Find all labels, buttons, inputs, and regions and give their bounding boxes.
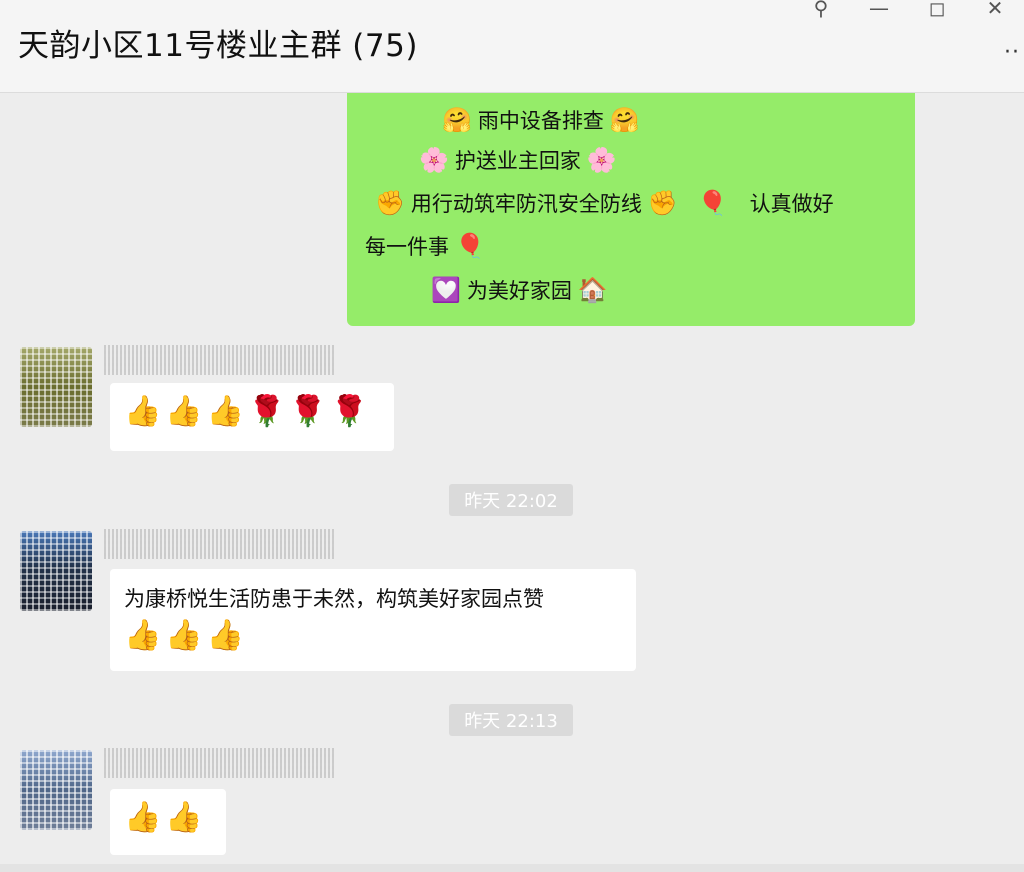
sender-name-redacted [104, 345, 334, 375]
message-text: 👍👍 [124, 800, 207, 835]
pin-icon[interactable]: ⚲ [792, 0, 850, 22]
heart-emoji-icon: 💟 [431, 276, 461, 304]
message-text: 每一件事 [365, 235, 449, 259]
avatar[interactable] [20, 750, 92, 830]
timestamp: 昨天 22:02 [449, 484, 573, 516]
fist-emoji-icon: ✊ [375, 189, 405, 217]
received-message-bubble[interactable]: 👍👍👍🌹🌹🌹 [110, 383, 394, 451]
more-options-icon[interactable]: ·· [1004, 40, 1020, 65]
message-line-3: ✊ 用行动筑牢防汛安全防线 ✊ 🎈 认真做好 [375, 188, 834, 218]
fist-emoji-icon: ✊ [647, 189, 678, 217]
title-bar: 天韵小区11号楼业主群 (75) ⚲ — ◻ ✕ ·· [0, 0, 1024, 93]
message-text: 用行动筑牢防汛安全防线 [410, 192, 642, 216]
message-line-1: 🤗 雨中设备排查 🤗 [442, 105, 640, 135]
hug-emoji-icon: 🤗 [442, 106, 472, 134]
sender-name-redacted [104, 529, 334, 559]
flower-emoji-icon: 🌸 [419, 146, 449, 174]
flower-emoji-icon: 🌸 [586, 146, 617, 174]
balloon-emoji-icon: 🎈 [697, 189, 728, 217]
message-text: 护送业主回家 [454, 149, 581, 173]
message-text: 认真做好 [749, 192, 834, 216]
hug-emoji-icon: 🤗 [609, 106, 640, 134]
message-text: 👍👍👍🌹🌹🌹 [124, 394, 373, 429]
sent-message-bubble[interactable]: 🤗 雨中设备排查 🤗 🌸 护送业主回家 🌸 ✊ 用行动筑牢防汛安全防线 ✊ 🎈 … [347, 93, 915, 326]
maximize-icon[interactable]: ◻ [908, 0, 966, 22]
message-text: 为康桥悦生活防患于未然，构筑美好家园点赞 [124, 587, 544, 611]
received-message-bubble[interactable]: 👍👍 [110, 789, 226, 855]
message-line-2: 🌸 护送业主回家 🌸 [419, 145, 617, 175]
message-text: 雨中设备排查 [477, 109, 604, 133]
divider [0, 864, 1024, 872]
timestamp: 昨天 22:13 [449, 704, 573, 736]
chat-area[interactable]: 🤗 雨中设备排查 🤗 🌸 护送业主回家 🌸 ✊ 用行动筑牢防汛安全防线 ✊ 🎈 … [0, 93, 1024, 872]
message-line-5: 💟 为美好家园 🏠 [431, 275, 608, 305]
avatar[interactable] [20, 347, 92, 427]
message-text: 为美好家园 [466, 279, 572, 303]
chat-window: 天韵小区11号楼业主群 (75) ⚲ — ◻ ✕ ·· 🤗 雨中设备排查 🤗 🌸… [0, 0, 1024, 872]
thumbs-up-emoji-icon: 👍👍👍 [124, 618, 249, 653]
house-emoji-icon: 🏠 [577, 276, 608, 304]
received-message-bubble[interactable]: 为康桥悦生活防患于未然，构筑美好家园点赞 👍👍👍 [110, 569, 636, 671]
chat-title: 天韵小区11号楼业主群 (75) [18, 28, 418, 64]
avatar[interactable] [20, 531, 92, 611]
balloon-emoji-icon: 🎈 [455, 232, 485, 260]
close-icon[interactable]: ✕ [966, 0, 1024, 22]
minimize-icon[interactable]: — [850, 0, 908, 22]
sender-name-redacted [104, 748, 334, 778]
window-controls: ⚲ — ◻ ✕ [792, 0, 1024, 22]
message-line-4: 每一件事 🎈 [365, 231, 485, 261]
